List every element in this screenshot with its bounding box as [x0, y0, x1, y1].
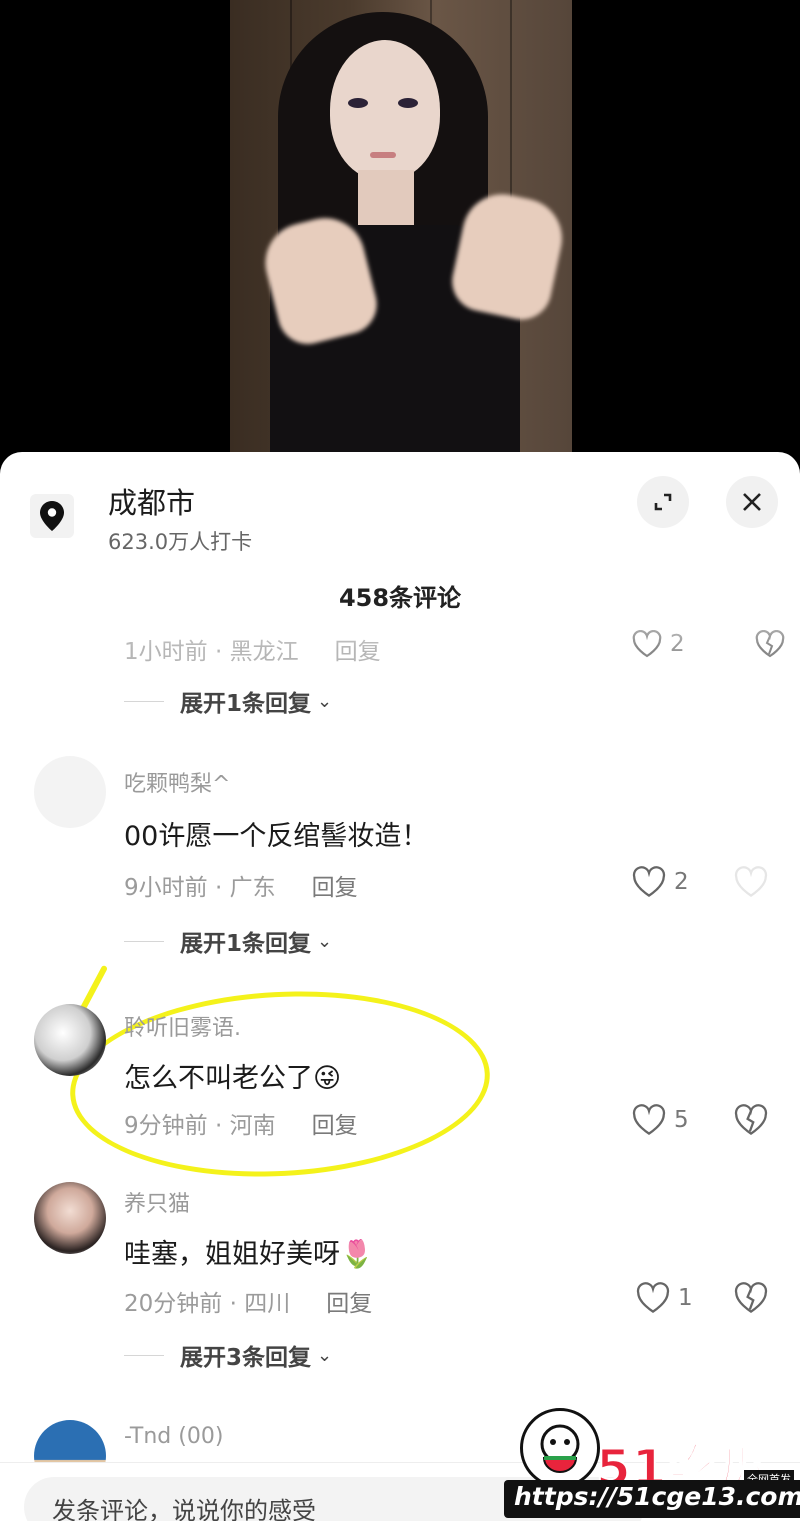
- dislike-button[interactable]: [734, 866, 768, 902]
- like-button[interactable]: 2: [632, 866, 689, 898]
- avatar[interactable]: [34, 1182, 106, 1254]
- watermelon-mascot-icon: [520, 1408, 600, 1488]
- comment-username[interactable]: -Tnd (00): [124, 1424, 223, 1449]
- avatar[interactable]: [34, 1004, 106, 1076]
- comment-count: 458条评论: [338, 584, 462, 612]
- location-pin-icon: [30, 494, 74, 538]
- expand-replies-button[interactable]: 展开3条回复 ⌄: [124, 1338, 332, 1372]
- tulip-emoji: 🌷: [340, 1239, 374, 1270]
- comment-username[interactable]: 养只猫: [124, 1186, 190, 1218]
- comment-text: 哇塞，姐姐好美呀🌷: [124, 1239, 374, 1270]
- close-icon: [743, 493, 761, 511]
- wink-emoji: 😜: [313, 1063, 342, 1094]
- comment-sheet: 成都市 623.0万人打卡 458条评论 1小时前 · 黑龙江回复 2 展开1条…: [0, 452, 800, 1521]
- comment-meta: 9分钟前 · 河南 回复: [124, 1106, 358, 1140]
- comment-text: 00许愿一个反绾髻妆造！: [124, 821, 429, 852]
- reply-button[interactable]: 回复: [326, 1284, 372, 1318]
- watermark: 51吃瓜 全网首发 https://51cge13.com: [500, 1400, 800, 1521]
- comment-meta: 20分钟前 · 四川 回复: [124, 1284, 372, 1318]
- avatar[interactable]: [34, 756, 106, 828]
- heart-icon: [632, 866, 666, 897]
- expand-button[interactable]: [637, 476, 689, 528]
- comment-meta: 9小时前 · 广东 回复: [124, 868, 358, 902]
- location-name[interactable]: 成都市: [108, 480, 195, 522]
- comment-username[interactable]: 吃颗鸭梨^: [124, 766, 230, 798]
- close-button[interactable]: [726, 476, 778, 528]
- video-frame: [230, 0, 572, 470]
- dislike-button[interactable]: [734, 1104, 768, 1140]
- like-button[interactable]: 5: [632, 1104, 689, 1136]
- heart-icon: [636, 1282, 670, 1313]
- comment-username[interactable]: 聆听旧雾语.: [124, 1010, 241, 1042]
- broken-heart-icon: [734, 866, 768, 897]
- location-checkins: 623.0万人打卡: [108, 530, 253, 554]
- comment-text: 怎么不叫老公了😜: [124, 1063, 342, 1094]
- expand-replies-button[interactable]: 展开1条回复 ⌄: [124, 684, 332, 718]
- video-player[interactable]: [0, 0, 800, 470]
- reply-button[interactable]: 回复: [312, 868, 358, 902]
- expand-icon: [654, 493, 672, 511]
- reply-button[interactable]: 回复: [312, 1106, 358, 1140]
- like-button[interactable]: 1: [636, 1282, 693, 1314]
- broken-heart-icon: [734, 1282, 768, 1313]
- watermark-url: https://51cge13.com: [504, 1480, 800, 1518]
- heart-icon: [632, 1104, 666, 1135]
- dislike-button[interactable]: [734, 1282, 768, 1318]
- expand-replies-button[interactable]: 展开1条回复 ⌄: [124, 924, 332, 958]
- broken-heart-icon: [734, 1104, 768, 1135]
